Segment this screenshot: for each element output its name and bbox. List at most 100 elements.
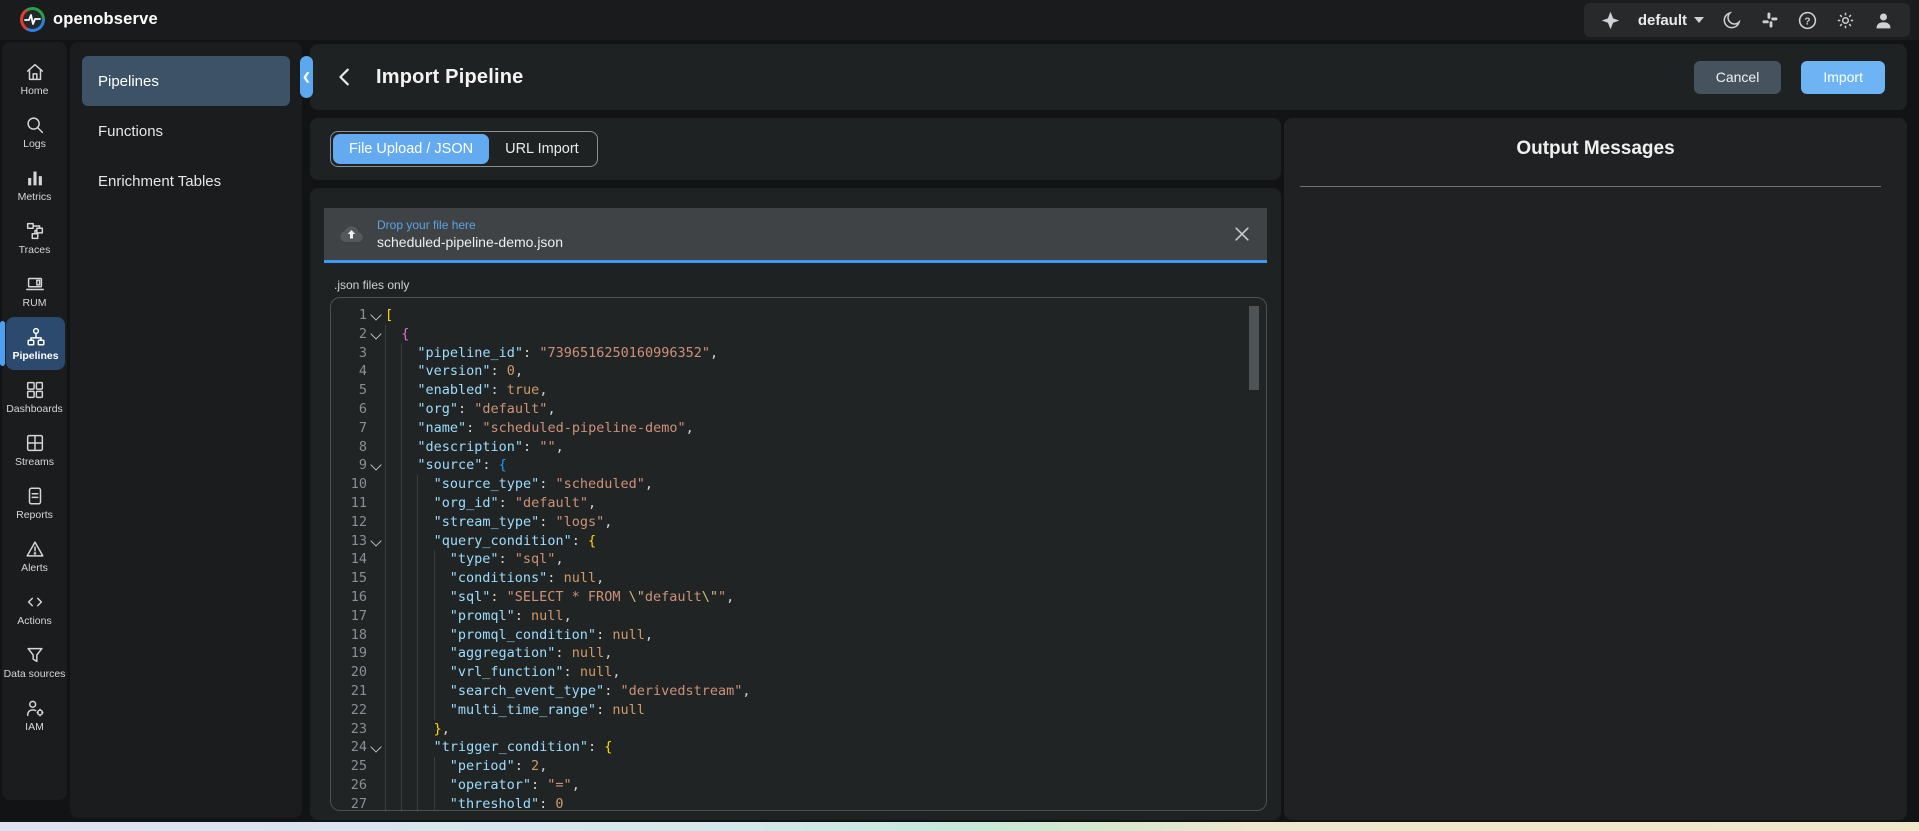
subsidebar-item-functions[interactable]: Functions — [82, 106, 290, 156]
line-number: 22 — [331, 701, 367, 720]
sidebar-item-actions[interactable]: Actions — [2, 582, 67, 635]
fold-gutter — [367, 344, 385, 363]
code-text: "vrl_function": null, — [385, 663, 620, 682]
import-button[interactable]: Import — [1801, 61, 1885, 94]
remove-file-icon[interactable] — [1231, 223, 1253, 245]
fold-gutter — [367, 776, 385, 795]
sidebar-item-logs[interactable]: Logs — [2, 105, 67, 158]
line-number: 2 — [331, 325, 367, 344]
sidebar-item-rum[interactable]: RUM — [2, 264, 67, 317]
traces-icon — [24, 220, 46, 242]
subsidebar-item-pipelines[interactable]: Pipelines — [82, 56, 290, 106]
moon-icon[interactable] — [1721, 10, 1742, 31]
fold-gutter — [367, 569, 385, 588]
fold-chevron-icon[interactable] — [367, 738, 385, 757]
line-number: 24 — [331, 738, 367, 757]
code-line: 12"stream_type": "logs", — [331, 513, 1266, 532]
fold-chevron-icon[interactable] — [367, 456, 385, 475]
line-number: 23 — [331, 720, 367, 739]
back-button[interactable] — [332, 64, 358, 90]
subsidebar-item-enrichment-tables[interactable]: Enrichment Tables — [82, 156, 290, 206]
json-code-editor[interactable]: 1[2{3"pipeline_id": "7396516250160996352… — [330, 297, 1267, 811]
line-number: 27 — [331, 795, 367, 810]
code-line: 14 "type": "sql", — [331, 550, 1266, 569]
sidebar-item-reports[interactable]: Reports — [2, 476, 67, 529]
sidebar-item-iam[interactable]: IAM — [2, 688, 67, 741]
code-text: "promql": null, — [385, 607, 572, 626]
sidebar-item-data-sources[interactable]: Data sources — [2, 635, 67, 688]
fold-gutter — [367, 720, 385, 739]
code-line: 15"conditions": null, — [331, 569, 1266, 588]
fold-chevron-icon[interactable] — [367, 306, 385, 325]
sparkle-icon[interactable] — [1600, 10, 1621, 31]
sidebar-collapse-button[interactable]: ❮ — [300, 56, 313, 98]
line-number: 26 — [331, 776, 367, 795]
fold-gutter — [367, 419, 385, 438]
code-text: "threshold": 0 — [385, 795, 564, 810]
code-line: 10"source_type": "scheduled", — [331, 475, 1266, 494]
org-selector[interactable]: default — [1638, 12, 1704, 29]
line-number: 6 — [331, 400, 367, 419]
line-number: 5 — [331, 381, 367, 400]
line-number: 14 — [331, 550, 367, 569]
app-logo: openobserve — [20, 7, 158, 32]
help-icon[interactable]: ? — [1797, 10, 1818, 31]
fold-gutter — [367, 494, 385, 513]
code-text: "period": 2, — [385, 757, 547, 776]
subsidebar-item-label: Enrichment Tables — [98, 173, 221, 190]
code-line: 26"operator": "=", — [331, 776, 1266, 795]
code-lines: 1[2{3"pipeline_id": "7396516250160996352… — [331, 298, 1266, 810]
sidebar-item-traces[interactable]: Traces — [2, 211, 67, 264]
code-text: "version": 0, — [385, 362, 523, 381]
fold-chevron-icon[interactable] — [367, 532, 385, 551]
page-title: Import Pipeline — [376, 66, 523, 89]
editor-scrollbar[interactable] — [1249, 306, 1259, 390]
sidebar-item-label: RUM — [23, 298, 47, 309]
line-number: 3 — [331, 344, 367, 363]
code-text: "type": "sql", — [385, 550, 564, 569]
fold-gutter — [367, 513, 385, 532]
profile-icon[interactable] — [1873, 10, 1894, 31]
code-text: "query_condition": { — [385, 532, 596, 551]
line-number: 20 — [331, 663, 367, 682]
fold-gutter — [367, 438, 385, 457]
sidebar-item-alerts[interactable]: Alerts — [2, 529, 67, 582]
line-number: 9 — [331, 456, 367, 475]
sidebar-item-streams[interactable]: Streams — [2, 423, 67, 476]
code-line: 6 "org": "default", — [331, 400, 1266, 419]
fold-gutter — [367, 588, 385, 607]
sidebar-item-pipelines[interactable]: Pipelines — [6, 317, 65, 370]
code-line: 23}, — [331, 720, 1266, 739]
code-line: 8"description": "", — [331, 438, 1266, 457]
slack-icon[interactable] — [1759, 10, 1780, 31]
file-upload-card: Drop your file here scheduled-pipeline-d… — [310, 188, 1281, 820]
code-line: 25"period": 2, — [331, 757, 1266, 776]
pipelines-sidebar: Pipelines Functions Enrichment Tables — [70, 42, 302, 818]
subsidebar-item-label: Functions — [98, 123, 163, 140]
fold-gutter — [367, 626, 385, 645]
sidebar-item-metrics[interactable]: Metrics — [2, 158, 67, 211]
line-number: 1 — [331, 306, 367, 325]
file-dropzone[interactable]: Drop your file here scheduled-pipeline-d… — [324, 208, 1267, 263]
code-text: "name": "scheduled-pipeline-demo", — [385, 419, 694, 438]
fold-gutter — [367, 701, 385, 720]
import-mode-tab-group: File Upload / JSON URL Import — [330, 131, 598, 167]
topbar-controls: default ? — [1584, 3, 1910, 37]
sidebar-item-label: Data sources — [4, 669, 66, 680]
tab-file-upload-json[interactable]: File Upload / JSON — [333, 134, 489, 164]
line-number: 15 — [331, 569, 367, 588]
code-text: { — [385, 325, 409, 344]
top-bar: openobserve default ? — [0, 0, 1919, 40]
dropzone-hint: Drop your file here — [377, 218, 563, 232]
tab-label: File Upload / JSON — [349, 141, 473, 157]
code-text: "org": "default", — [385, 400, 556, 419]
sidebar-item-home[interactable]: Home — [2, 52, 67, 105]
sidebar-item-dashboards[interactable]: Dashboards — [2, 370, 67, 423]
tab-url-import[interactable]: URL Import — [489, 134, 595, 164]
cancel-button[interactable]: Cancel — [1694, 61, 1782, 94]
code-text: "description": "", — [385, 438, 564, 457]
code-text: "stream_type": "logs", — [385, 513, 612, 532]
fold-chevron-icon[interactable] — [367, 325, 385, 344]
gear-icon[interactable] — [1835, 10, 1856, 31]
code-text: "pipeline_id": "7396516250160996352", — [385, 344, 718, 363]
